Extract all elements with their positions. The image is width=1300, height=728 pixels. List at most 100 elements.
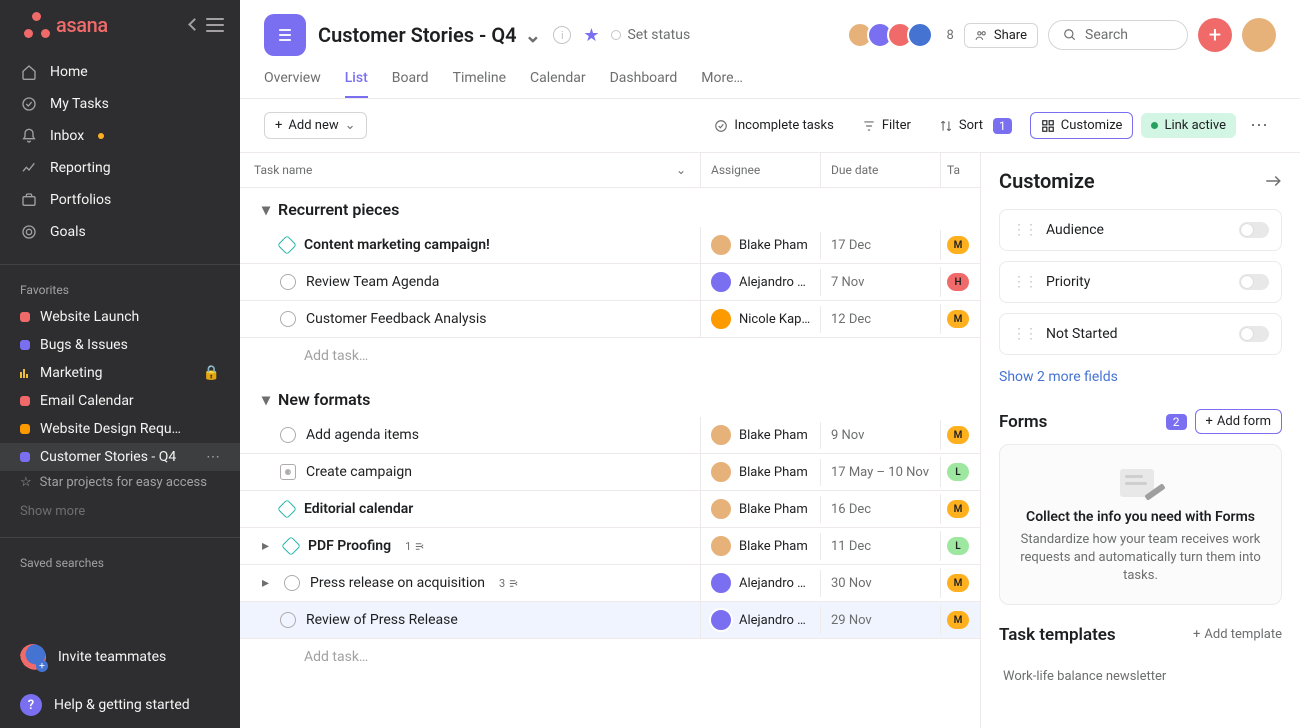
omnibutton[interactable]: + <box>1198 18 1232 52</box>
due-date-cell[interactable]: 29 Nov <box>820 607 940 634</box>
incomplete-filter[interactable]: Incomplete tasks <box>704 113 843 138</box>
field-toggle[interactable] <box>1239 222 1269 238</box>
chevron-down-icon[interactable]: ⌄ <box>525 23 542 47</box>
assignee-cell[interactable]: Blake Pham <box>700 454 820 490</box>
add-form-button[interactable]: +Add form <box>1195 409 1283 434</box>
task-row[interactable]: Review Team AgendaAlejandro L…7 NovH <box>240 264 980 301</box>
due-date-cell[interactable]: 17 May – 10 Nov <box>820 459 940 486</box>
collapse-panel-icon[interactable] <box>1264 172 1282 190</box>
show-more-link[interactable]: Show more <box>0 500 240 531</box>
task-row[interactable]: ▸PDF Proofing1 Blake Pham11 DecL <box>240 528 980 565</box>
invite-teammates[interactable]: + Invite teammates <box>0 632 240 682</box>
complete-toggle-icon[interactable] <box>280 274 296 290</box>
expand-icon[interactable]: ▸ <box>262 575 274 591</box>
due-date-cell[interactable]: 30 Nov <box>820 570 940 597</box>
task-row[interactable]: Review of Press ReleaseAlejandro L…29 No… <box>240 602 980 639</box>
more-actions-icon[interactable]: ⋯ <box>1244 111 1276 140</box>
field-toggle[interactable] <box>1239 326 1269 342</box>
set-status[interactable]: Set status <box>611 27 690 43</box>
show-more-fields[interactable]: Show 2 more fields <box>999 369 1118 385</box>
tab-overview[interactable]: Overview <box>264 70 321 98</box>
tag-cell[interactable]: M <box>940 304 980 334</box>
column-tag[interactable]: Ta <box>940 153 980 187</box>
tag-cell[interactable]: M <box>940 494 980 524</box>
more-icon[interactable]: ⋯ <box>206 449 220 465</box>
complete-toggle-icon[interactable] <box>284 575 300 591</box>
sidebar-item-goals[interactable]: Goals <box>0 216 240 248</box>
member-avatars[interactable] <box>847 22 933 48</box>
favorite-item[interactable]: Customer Stories - Q4⋯ <box>0 443 240 471</box>
due-date-cell[interactable]: 16 Dec <box>820 496 940 523</box>
sidebar-item-inbox[interactable]: Inbox <box>0 120 240 152</box>
star-icon[interactable]: ★ <box>583 25 599 46</box>
search-input[interactable]: Search <box>1048 20 1188 50</box>
task-row[interactable]: ⚈Create campaignBlake Pham17 May – 10 No… <box>240 454 980 491</box>
milestone-icon[interactable] <box>277 235 297 255</box>
tag-cell[interactable]: M <box>940 420 980 450</box>
complete-toggle-icon[interactable] <box>280 427 296 443</box>
task-row[interactable]: Content marketing campaign!Blake Pham17 … <box>240 227 980 264</box>
section-header[interactable]: ▾Recurrent pieces <box>240 188 980 227</box>
link-active-badge[interactable]: Link active <box>1141 113 1236 138</box>
drag-handle-icon[interactable]: ⋮⋮ <box>1012 326 1036 342</box>
custom-field-row[interactable]: ⋮⋮Priority <box>999 261 1282 303</box>
section-header[interactable]: ▾New formats <box>240 378 980 417</box>
assignee-cell[interactable]: Blake Pham <box>700 528 820 564</box>
task-row[interactable]: Customer Feedback AnalysisNicole Kap…12 … <box>240 301 980 338</box>
help-link[interactable]: ? Help & getting started <box>0 682 240 728</box>
collapse-sidebar-icon[interactable] <box>196 18 224 32</box>
assignee-cell[interactable]: Blake Pham <box>700 227 820 263</box>
tag-cell[interactable]: H <box>940 267 980 297</box>
chevron-down-icon[interactable]: ⌄ <box>676 163 686 177</box>
due-date-cell[interactable]: 17 Dec <box>820 232 940 259</box>
custom-field-row[interactable]: ⋮⋮Audience <box>999 209 1282 251</box>
tag-cell[interactable]: M <box>940 568 980 598</box>
sidebar-item-reporting[interactable]: Reporting <box>0 152 240 184</box>
customize-button[interactable]: Customize <box>1030 112 1134 139</box>
tab-dashboard[interactable]: Dashboard <box>610 70 678 98</box>
assignee-cell[interactable]: Nicole Kap… <box>700 301 820 337</box>
sidebar-item-mytasks[interactable]: My Tasks <box>0 88 240 120</box>
due-date-cell[interactable]: 7 Nov <box>820 269 940 296</box>
column-task-name[interactable]: Task name ⌄ <box>240 153 700 187</box>
share-button[interactable]: Share <box>964 23 1038 48</box>
add-task-input[interactable]: Add task… <box>240 338 980 378</box>
sidebar-item-portfolios[interactable]: Portfolios <box>0 184 240 216</box>
sidebar-item-home[interactable]: Home <box>0 56 240 88</box>
add-template-button[interactable]: +Add template <box>1193 627 1282 642</box>
complete-toggle-icon[interactable] <box>280 612 296 628</box>
info-icon[interactable]: i <box>553 26 571 44</box>
project-title[interactable]: Customer Stories - Q4 ⌄ <box>318 23 541 47</box>
profile-avatar[interactable] <box>1242 18 1276 52</box>
favorite-item[interactable]: Bugs & Issues <box>0 331 240 359</box>
logo[interactable]: asana <box>24 12 108 38</box>
milestone-icon[interactable] <box>277 499 297 519</box>
expand-icon[interactable]: ▸ <box>262 538 274 554</box>
task-row[interactable]: ▸Press release on acquisition3 Alejandro… <box>240 565 980 602</box>
tab-board[interactable]: Board <box>392 70 429 98</box>
tag-cell[interactable]: M <box>940 605 980 635</box>
add-task-input[interactable]: Add task… <box>240 639 980 679</box>
assignee-cell[interactable]: Alejandro L… <box>700 565 820 601</box>
drag-handle-icon[interactable]: ⋮⋮ <box>1012 222 1036 238</box>
drag-handle-icon[interactable]: ⋮⋮ <box>1012 274 1036 290</box>
tab-timeline[interactable]: Timeline <box>453 70 506 98</box>
task-row[interactable]: Editorial calendarBlake Pham16 DecM <box>240 491 980 528</box>
tab-more[interactable]: More… <box>701 70 743 98</box>
tag-cell[interactable]: L <box>940 457 980 487</box>
sort-button[interactable]: Sort 1 <box>929 113 1022 139</box>
tab-calendar[interactable]: Calendar <box>530 70 586 98</box>
complete-toggle-icon[interactable] <box>280 311 296 327</box>
project-icon[interactable] <box>264 14 306 56</box>
filter-button[interactable]: Filter <box>852 113 921 138</box>
due-date-cell[interactable]: 11 Dec <box>820 533 940 560</box>
field-toggle[interactable] <box>1239 274 1269 290</box>
tag-cell[interactable]: L <box>940 531 980 561</box>
forms-empty-card[interactable]: Collect the info you need with Forms Sta… <box>999 444 1282 605</box>
assignee-cell[interactable]: Blake Pham <box>700 491 820 527</box>
assignee-cell[interactable]: Alejandro L… <box>700 264 820 300</box>
add-new-button[interactable]: + Add new ⌄ <box>264 112 367 139</box>
column-assignee[interactable]: Assignee <box>700 153 820 187</box>
task-row[interactable]: Add agenda itemsBlake Pham9 NovM <box>240 417 980 454</box>
assignee-cell[interactable]: Blake Pham <box>700 417 820 453</box>
